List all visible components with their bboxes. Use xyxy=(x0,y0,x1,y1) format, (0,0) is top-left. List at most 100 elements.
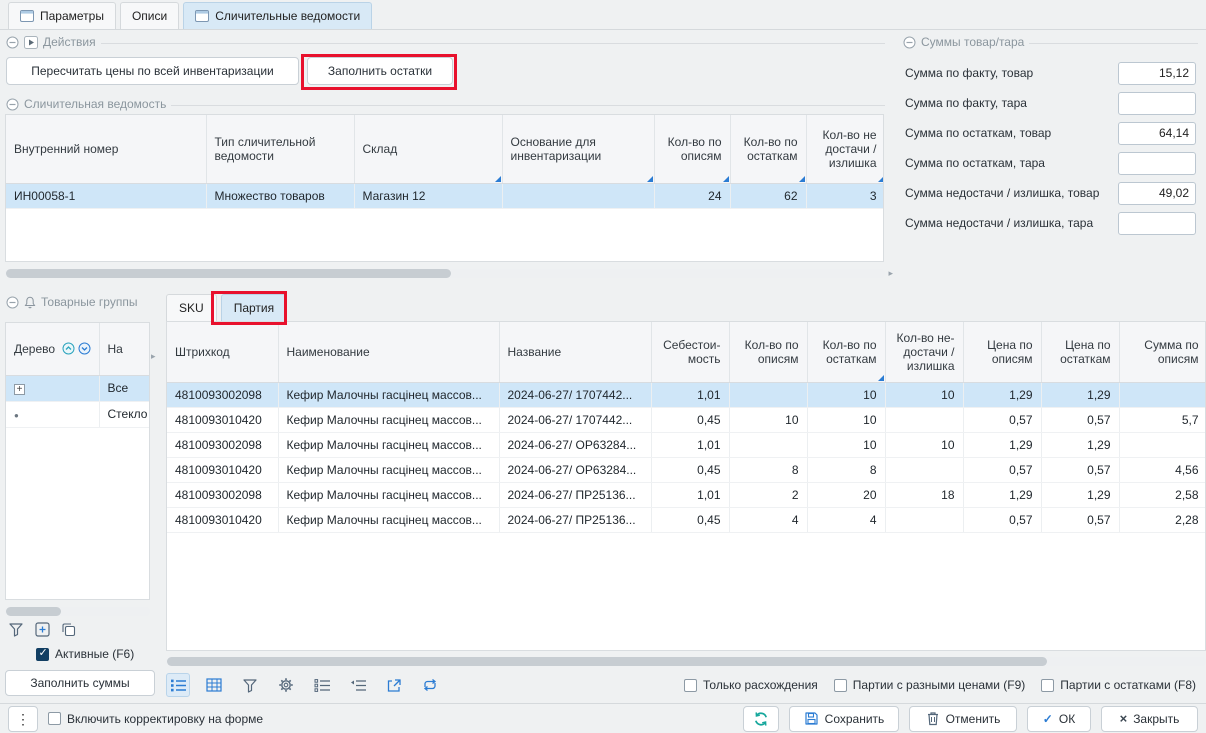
table-cell[interactable]: 4,56 xyxy=(1119,457,1206,482)
close-button[interactable]: × Закрыть xyxy=(1101,706,1198,732)
table-cell[interactable] xyxy=(1119,382,1206,407)
list-reorder-icon[interactable] xyxy=(346,673,370,697)
column-header[interactable]: Кол-во не-достачи / излишка xyxy=(885,322,963,382)
table-cell[interactable]: 10 xyxy=(807,382,885,407)
table-cell[interactable]: Множество товаров xyxy=(206,183,354,208)
scrollbar-track[interactable] xyxy=(5,269,885,278)
table-cell[interactable]: 62 xyxy=(730,183,806,208)
table-cell[interactable]: 0,57 xyxy=(963,407,1041,432)
grid-view-icon[interactable] xyxy=(202,673,226,697)
column-header[interactable]: Основание для инвентаризации xyxy=(502,115,654,183)
table-cell[interactable]: 4810093002098 xyxy=(167,382,278,407)
expand-all-icon[interactable] xyxy=(78,342,91,355)
recalc-prices-button[interactable]: Пересчитать цены по всей инвентаризации xyxy=(6,57,299,85)
column-header[interactable]: Название xyxy=(499,322,651,382)
scrollbar-track[interactable] xyxy=(5,607,150,616)
only-discrepancies-checkbox[interactable]: Только расхождения xyxy=(684,678,818,692)
table-cell[interactable]: 0,45 xyxy=(651,457,729,482)
table-cell[interactable]: Кефир Малочны гасцінец массов... xyxy=(278,507,499,532)
tree-row-all[interactable]: + Все xyxy=(6,375,150,401)
expand-icon[interactable]: + xyxy=(14,384,25,395)
sum-input-nedostacha-tovar[interactable] xyxy=(1118,182,1196,205)
table-cell[interactable]: 2 xyxy=(729,482,807,507)
active-groups-checkbox[interactable]: Активные (F6) xyxy=(36,647,134,661)
kebab-menu-button[interactable]: ⋮ xyxy=(8,706,38,732)
table-cell[interactable] xyxy=(729,432,807,457)
table-cell[interactable]: 5,7 xyxy=(1119,407,1206,432)
repeat-icon[interactable] xyxy=(418,673,442,697)
fill-remainders-button[interactable]: Заполнить остатки xyxy=(307,57,453,85)
tree-row-steklo[interactable]: ● Стекло xyxy=(6,401,150,427)
table-row[interactable]: 4810093002098Кефир Малочны гасцінец масс… xyxy=(167,482,1206,507)
table-cell[interactable]: 0,57 xyxy=(1041,507,1119,532)
table-cell[interactable]: 1,29 xyxy=(963,482,1041,507)
table-cell[interactable]: Кефир Малочны гасцінец массов... xyxy=(278,407,499,432)
table-cell[interactable] xyxy=(885,507,963,532)
table-cell[interactable] xyxy=(885,457,963,482)
copy-icon[interactable] xyxy=(61,622,76,637)
tab-opisi[interactable]: Описи xyxy=(120,2,179,29)
column-header[interactable]: Кол-во по описям xyxy=(729,322,807,382)
filter-icon[interactable] xyxy=(8,622,24,637)
enable-adjustment-checkbox[interactable]: Включить корректировку на форме xyxy=(48,712,263,726)
column-header-name[interactable]: На xyxy=(99,323,150,375)
table-cell[interactable]: 10 xyxy=(807,432,885,457)
table-cell[interactable]: 18 xyxy=(885,482,963,507)
table-row[interactable]: ИН00058-1Множество товаровМагазин 122462… xyxy=(6,183,884,208)
table-cell[interactable]: 10 xyxy=(885,432,963,457)
checkbox-box[interactable] xyxy=(48,712,61,725)
tab-sku[interactable]: SKU xyxy=(166,294,217,321)
table-cell[interactable]: 2024-06-27/ ОР63284... xyxy=(499,457,651,482)
table-cell[interactable]: 4 xyxy=(807,507,885,532)
table-cell[interactable] xyxy=(1119,432,1206,457)
table-cell[interactable]: 2024-06-27/ ПР25136... xyxy=(499,507,651,532)
table-cell[interactable]: 4810093002098 xyxy=(167,432,278,457)
table-cell[interactable]: 2024-06-27/ 1707442... xyxy=(499,407,651,432)
column-header[interactable]: Склад xyxy=(354,115,502,183)
table-row[interactable]: 4810093010420Кефир Малочны гасцінец масс… xyxy=(167,457,1206,482)
add-group-icon[interactable] xyxy=(35,622,50,637)
tree-cell[interactable]: Все xyxy=(99,375,150,401)
cancel-button[interactable]: Отменить xyxy=(909,706,1017,732)
table-cell[interactable]: 0,45 xyxy=(651,407,729,432)
column-header[interactable]: Кол-во по остаткам xyxy=(730,115,806,183)
checkbox-box[interactable] xyxy=(1041,679,1054,692)
table-cell[interactable] xyxy=(885,407,963,432)
table-cell[interactable]: 1,01 xyxy=(651,382,729,407)
tab-partiya[interactable]: Партия xyxy=(221,294,287,321)
column-header[interactable]: Кол-во по описям xyxy=(654,115,730,183)
refresh-button[interactable] xyxy=(743,706,779,732)
tree-cell[interactable]: Стекло xyxy=(99,401,150,427)
sum-input-ostatki-tara[interactable] xyxy=(1118,152,1196,175)
table-cell[interactable]: 1,29 xyxy=(1041,432,1119,457)
save-button[interactable]: Сохранить xyxy=(789,706,899,732)
table-row[interactable]: 4810093002098Кефир Малочны гасцінец масс… xyxy=(167,382,1206,407)
table-row[interactable]: 4810093002098Кефир Малочны гасцінец масс… xyxy=(167,432,1206,457)
table-cell[interactable]: 0,57 xyxy=(963,507,1041,532)
table-cell[interactable]: 4810093010420 xyxy=(167,407,278,432)
table-cell[interactable]: 0,57 xyxy=(963,457,1041,482)
table-cell[interactable]: 2,28 xyxy=(1119,507,1206,532)
table-cell[interactable]: 3 xyxy=(806,183,884,208)
ok-button[interactable]: ✓ ОК xyxy=(1027,706,1091,732)
collapse-icon[interactable] xyxy=(903,36,916,49)
actions-menu-icon[interactable] xyxy=(24,36,38,49)
numbered-list-icon[interactable] xyxy=(166,673,190,697)
column-header[interactable]: Цена по остаткам xyxy=(1041,322,1119,382)
column-header[interactable]: Тип сличительной ведомости xyxy=(206,115,354,183)
table-cell[interactable] xyxy=(502,183,654,208)
sum-input-fact-tara[interactable] xyxy=(1118,92,1196,115)
scroll-right-icon[interactable]: ▸ xyxy=(888,269,893,278)
column-header[interactable]: Кол-во не достачи / излишка xyxy=(806,115,884,183)
with-remainders-checkbox[interactable]: Партии с остатками (F8) xyxy=(1041,678,1196,692)
sum-input-fact-tovar[interactable] xyxy=(1118,62,1196,85)
table-cell[interactable]: 20 xyxy=(807,482,885,507)
table-cell[interactable]: 1,29 xyxy=(963,432,1041,457)
table-row[interactable]: 4810093010420Кефир Малочны гасцінец масс… xyxy=(167,507,1206,532)
table-cell[interactable]: Кефир Малочны гасцінец массов... xyxy=(278,482,499,507)
collapse-all-icon[interactable] xyxy=(62,342,75,355)
table-cell[interactable]: 2,58 xyxy=(1119,482,1206,507)
scrollbar-thumb[interactable] xyxy=(167,657,1047,666)
table-cell[interactable]: 0,57 xyxy=(1041,457,1119,482)
column-header[interactable]: Себестои-мость xyxy=(651,322,729,382)
